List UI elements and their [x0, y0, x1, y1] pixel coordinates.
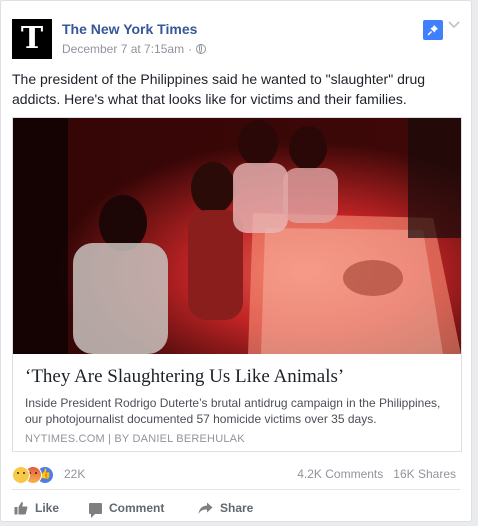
pin-icon [427, 25, 438, 36]
post-date[interactable]: December 7 at 7:15am [62, 42, 184, 56]
share-button[interactable]: Share [198, 496, 253, 520]
nyt-logo-letter: T [20, 21, 44, 56]
link-description: Inside President Rodrigo Duterte’s bruta… [25, 396, 441, 426]
comment-button[interactable]: Comment [89, 496, 164, 520]
link-title[interactable]: ‘They Are Slaughtering Us Like Animals’ [25, 366, 449, 388]
post-actions: Like Comment Share [12, 496, 462, 520]
link-preview-card[interactable]: ‘They Are Slaughtering Us Like Animals’ … [12, 117, 462, 452]
meta-separator: · [188, 42, 193, 56]
reactions-bar: 👍 22K 4.2K Comments 16K Shares [12, 463, 462, 485]
photo-illustration [13, 118, 461, 354]
reaction-count[interactable]: 22K [64, 467, 85, 481]
thumbs-up-icon [14, 501, 28, 515]
post-meta: December 7 at 7:15am · [62, 42, 207, 56]
share-label: Share [220, 501, 254, 515]
link-source: NYTIMES.COM | BY DANIEL BEREHULAK [25, 433, 245, 445]
comment-icon [89, 502, 102, 518]
comments-count[interactable]: 4.2K Comments [297, 467, 383, 481]
comment-label: Comment [109, 501, 165, 515]
globe-icon[interactable] [196, 44, 207, 54]
post-header: T The New York Times December 7 at 7:15a… [12, 16, 461, 60]
engagement-counts: 4.2K Comments 16K Shares [297, 467, 456, 481]
shares-count[interactable]: 16K Shares [393, 467, 456, 481]
nyt-logo-avatar[interactable]: T [12, 19, 52, 59]
post-text: The president of the Philippines said he… [12, 71, 426, 107]
pin-button[interactable] [423, 20, 443, 40]
article-photo[interactable] [13, 118, 461, 354]
facebook-post-card: T The New York Times December 7 at 7:15a… [0, 0, 472, 522]
post-options-chevron-icon[interactable] [447, 18, 461, 32]
like-button[interactable]: Like [14, 496, 59, 520]
actions-divider [12, 489, 460, 490]
page-name-link[interactable]: The New York Times [62, 21, 197, 37]
sad-emoji-icon[interactable] [12, 466, 30, 484]
share-arrow-icon [198, 502, 213, 514]
like-label: Like [35, 501, 60, 515]
